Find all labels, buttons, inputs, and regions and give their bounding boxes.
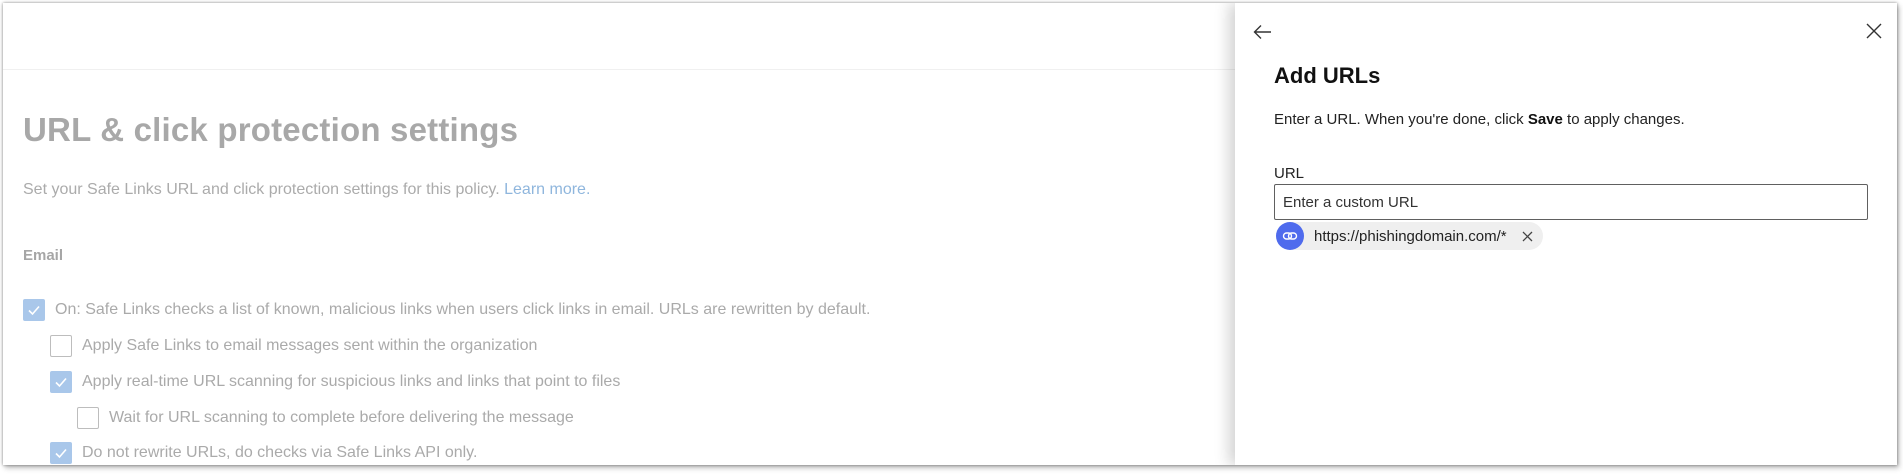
option-internal-messages[interactable]: Apply Safe Links to email messages sent …	[50, 335, 537, 357]
option-label: On: Safe Links checks a list of known, m…	[55, 301, 871, 318]
checkbox-checked[interactable]	[23, 299, 45, 321]
panel-title: Add URLs	[1274, 63, 1381, 88]
option-wait-for-scan[interactable]: Wait for URL scanning to complete before…	[77, 407, 574, 429]
url-input[interactable]	[1274, 184, 1868, 220]
learn-more-link[interactable]: Learn more.	[504, 181, 590, 198]
option-label: Wait for URL scanning to complete before…	[109, 409, 574, 426]
option-label: Apply real-time URL scanning for suspici…	[82, 373, 621, 390]
checkbox-checked[interactable]	[50, 442, 72, 464]
url-chip-text: https://phishingdomain.com/*	[1314, 227, 1507, 245]
page-description: Set your Safe Links URL and click protec…	[23, 181, 590, 199]
remove-chip-button[interactable]	[1521, 229, 1535, 243]
page-title: URL & click protection settings	[23, 111, 519, 148]
close-icon	[1866, 23, 1882, 39]
checkmark-icon	[55, 448, 67, 459]
checkmark-icon	[28, 305, 40, 316]
add-urls-panel: Add URLs Enter a URL. When you're done, …	[1235, 3, 1897, 465]
section-heading-email: Email	[23, 247, 64, 264]
option-no-rewrite[interactable]: Do not rewrite URLs, do checks via Safe …	[50, 442, 477, 464]
checkbox-unchecked[interactable]	[50, 335, 72, 357]
url-field-label: URL	[1274, 165, 1305, 182]
page-description-text: Set your Safe Links URL and click protec…	[23, 181, 500, 198]
arrow-left-icon	[1253, 25, 1271, 39]
panel-description-save: Save	[1527, 111, 1563, 128]
window-frame: URL & click protection settings Set your…	[3, 3, 1897, 465]
panel-description-text-end: to apply changes.	[1562, 111, 1685, 128]
option-label: Do not rewrite URLs, do checks via Safe …	[82, 444, 478, 461]
close-icon	[1522, 231, 1533, 241]
panel-description-text: Enter a URL. When you're done, click	[1274, 111, 1528, 128]
close-button[interactable]	[1865, 22, 1883, 40]
option-realtime-scanning[interactable]: Apply real-time URL scanning for suspici…	[50, 371, 620, 393]
checkbox-unchecked[interactable]	[77, 407, 99, 429]
back-button[interactable]	[1252, 21, 1274, 43]
checkbox-checked[interactable]	[50, 371, 72, 393]
panel-description: Enter a URL. When you're done, click Sav…	[1274, 111, 1685, 128]
checkmark-icon	[55, 377, 67, 388]
option-label: Apply Safe Links to email messages sent …	[82, 337, 538, 354]
option-safe-links-on[interactable]: On: Safe Links checks a list of known, m…	[23, 299, 870, 321]
link-icon	[1276, 222, 1304, 250]
url-chip: https://phishingdomain.com/*	[1276, 222, 1543, 250]
